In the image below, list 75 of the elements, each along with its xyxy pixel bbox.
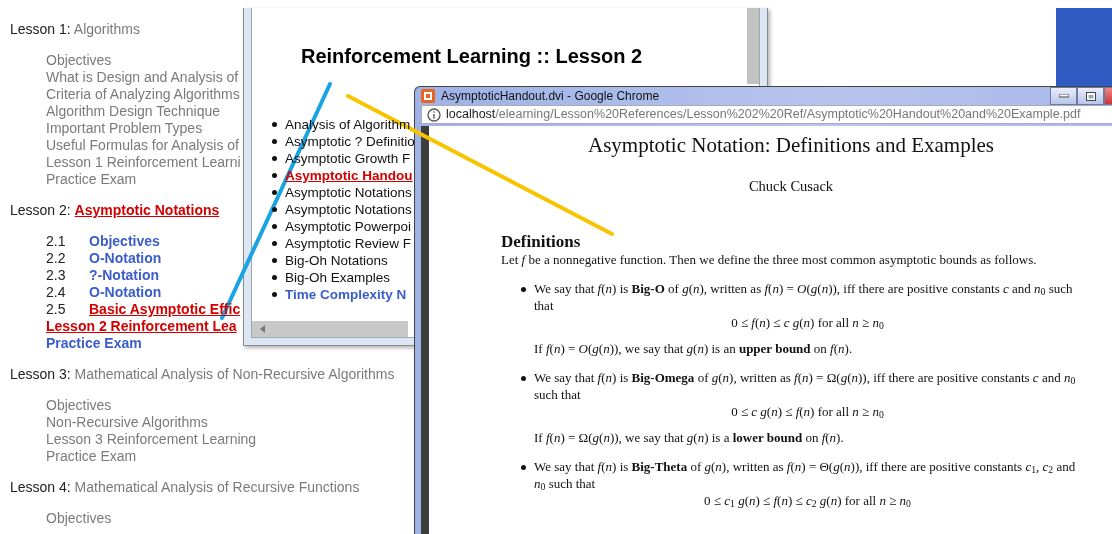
bullet-icon — [521, 287, 526, 292]
scrollbar[interactable] — [747, 8, 759, 84]
bullet-icon — [272, 190, 277, 195]
formula: 0 ≤ c$_{1}$ g(n) ≤ f(n) ≤ c$_{2}$ g(n) for all n ≥ n$_{0}$ — [703, 493, 912, 510]
document-link[interactable]: Time Complexity N — [285, 286, 407, 303]
lesson-link[interactable]: Criteria of Analyzing Algorithms — [46, 86, 240, 102]
item-number: 2.1 — [46, 233, 67, 250]
lesson-label: Lesson 3: — [10, 366, 72, 382]
item-number: 2.4 — [46, 284, 67, 301]
item-number: 2.5 — [46, 301, 67, 318]
document-title: Asymptotic Notation: Definitions and Examples — [587, 132, 995, 158]
bullet-icon — [272, 224, 277, 229]
formula: 0 ≤ c g(n) ≤ f(n) for all n ≥ n$_{0}$ — [730, 404, 885, 421]
lesson-link[interactable]: Algorithm Design Technique — [46, 103, 221, 119]
lesson-title: Mathematical Analysis of Recursive Functions — [74, 479, 360, 495]
bullet-icon — [521, 376, 526, 381]
lesson-link[interactable]: Practice Exam — [46, 171, 137, 187]
minimize-icon — [1058, 94, 1069, 98]
app-icon — [421, 89, 435, 103]
document-link[interactable]: Asymptotic Notations — [285, 201, 412, 218]
item-number: 2.2 — [46, 250, 67, 267]
formula: 0 ≤ f(n) ≤ c g(n) for all n ≥ n$_{0}$ — [730, 315, 885, 332]
lesson-link[interactable]: Non-Recursive Algorithms — [46, 414, 208, 430]
lesson-link[interactable]: Objectives — [89, 233, 160, 249]
bullet-icon — [272, 156, 277, 161]
scroll-left-icon[interactable] — [260, 325, 266, 333]
bullet-icon — [272, 292, 277, 297]
close-button[interactable] — [1104, 87, 1112, 105]
definition-note: If f(n) = Ω(g(n)), we say that g(n) is a lower bound on f(n). — [534, 429, 845, 446]
lesson-link[interactable]: Practice Exam — [46, 448, 137, 464]
document-author: Chuck Cusack — [747, 178, 835, 195]
lesson-link[interactable]: Important Problem Types — [46, 120, 203, 136]
scrollbar[interactable] — [252, 321, 408, 337]
lesson-title: Algorithms — [73, 21, 140, 37]
document-link[interactable]: Asymptotic Notations — [285, 184, 412, 201]
document-link[interactable]: Asymptotic Powerpoi — [285, 218, 412, 235]
lesson-link[interactable]: Objectives — [46, 397, 112, 413]
lesson-link[interactable]: What is Design and Analysis of — [46, 69, 239, 85]
maximize-button[interactable] — [1077, 87, 1104, 105]
address-bar[interactable]: localhost/elearning/Lesson%20References/Lesson%202%20Ref/Asymptotic%20Handout%20and%20Example.pdf — [421, 105, 1112, 124]
url-text: localhost/elearning/Lesson%20References/Lesson%202%20Ref/Asymptotic%20Handout%20and%20Example.pdf — [446, 106, 1081, 123]
lesson-link[interactable]: O-Notation — [89, 250, 162, 266]
bullet-icon — [272, 173, 277, 178]
lesson-link[interactable]: Lesson 2 Reinforcement Lea — [46, 318, 237, 334]
minimize-button[interactable] — [1050, 87, 1077, 105]
lesson-link[interactable]: Practice Exam — [46, 335, 142, 351]
item-number: 2.3 — [46, 267, 67, 284]
bullet-icon — [272, 275, 277, 280]
lesson-link[interactable]: Lesson 3 Reinforcement Learning — [46, 431, 257, 447]
lesson-link[interactable]: Lesson 1 Reinforcement Learni — [46, 154, 241, 170]
lesson-link[interactable]: Useful Formulas for Analysis of — [46, 137, 239, 153]
info-icon[interactable] — [427, 107, 441, 122]
lesson-title: Mathematical Analysis of Non-Recursive Algorithms — [74, 366, 395, 382]
lesson-title-link[interactable]: Asymptotic Notations — [74, 202, 220, 218]
lesson-link[interactable]: ?-Notation — [89, 267, 159, 283]
lesson-label: Lesson 1: — [10, 21, 72, 37]
section-heading: Definitions — [501, 231, 582, 252]
document-link[interactable]: Asymptotic Review F — [285, 235, 412, 252]
document-link[interactable]: Big-Oh Examples — [285, 269, 391, 286]
lesson-label: Lesson 2: — [10, 202, 72, 218]
maximize-icon — [1085, 91, 1096, 101]
lesson-link[interactable]: Objectives — [46, 52, 112, 68]
lesson-link[interactable]: Objectives — [46, 510, 112, 526]
definition-note: If f(n) = O(g(n)), we say that g(n) is an upper bound on f(n). — [534, 340, 854, 357]
bullet-icon — [272, 258, 277, 263]
bullet-icon — [272, 241, 277, 246]
page-heading: Reinforcement Learning :: Lesson 2 — [301, 44, 644, 68]
lesson-link[interactable]: O-Notation — [89, 284, 162, 300]
bullet-icon — [521, 465, 526, 470]
bullet-icon — [272, 139, 277, 144]
bullet-icon — [272, 207, 277, 212]
bullet-icon — [272, 122, 277, 127]
document-link[interactable]: Big-Oh Notations — [285, 252, 388, 269]
lesson-label: Lesson 4: — [10, 479, 72, 495]
window-title: AsymptoticHandout.dvi - Google Chrome — [441, 87, 660, 105]
